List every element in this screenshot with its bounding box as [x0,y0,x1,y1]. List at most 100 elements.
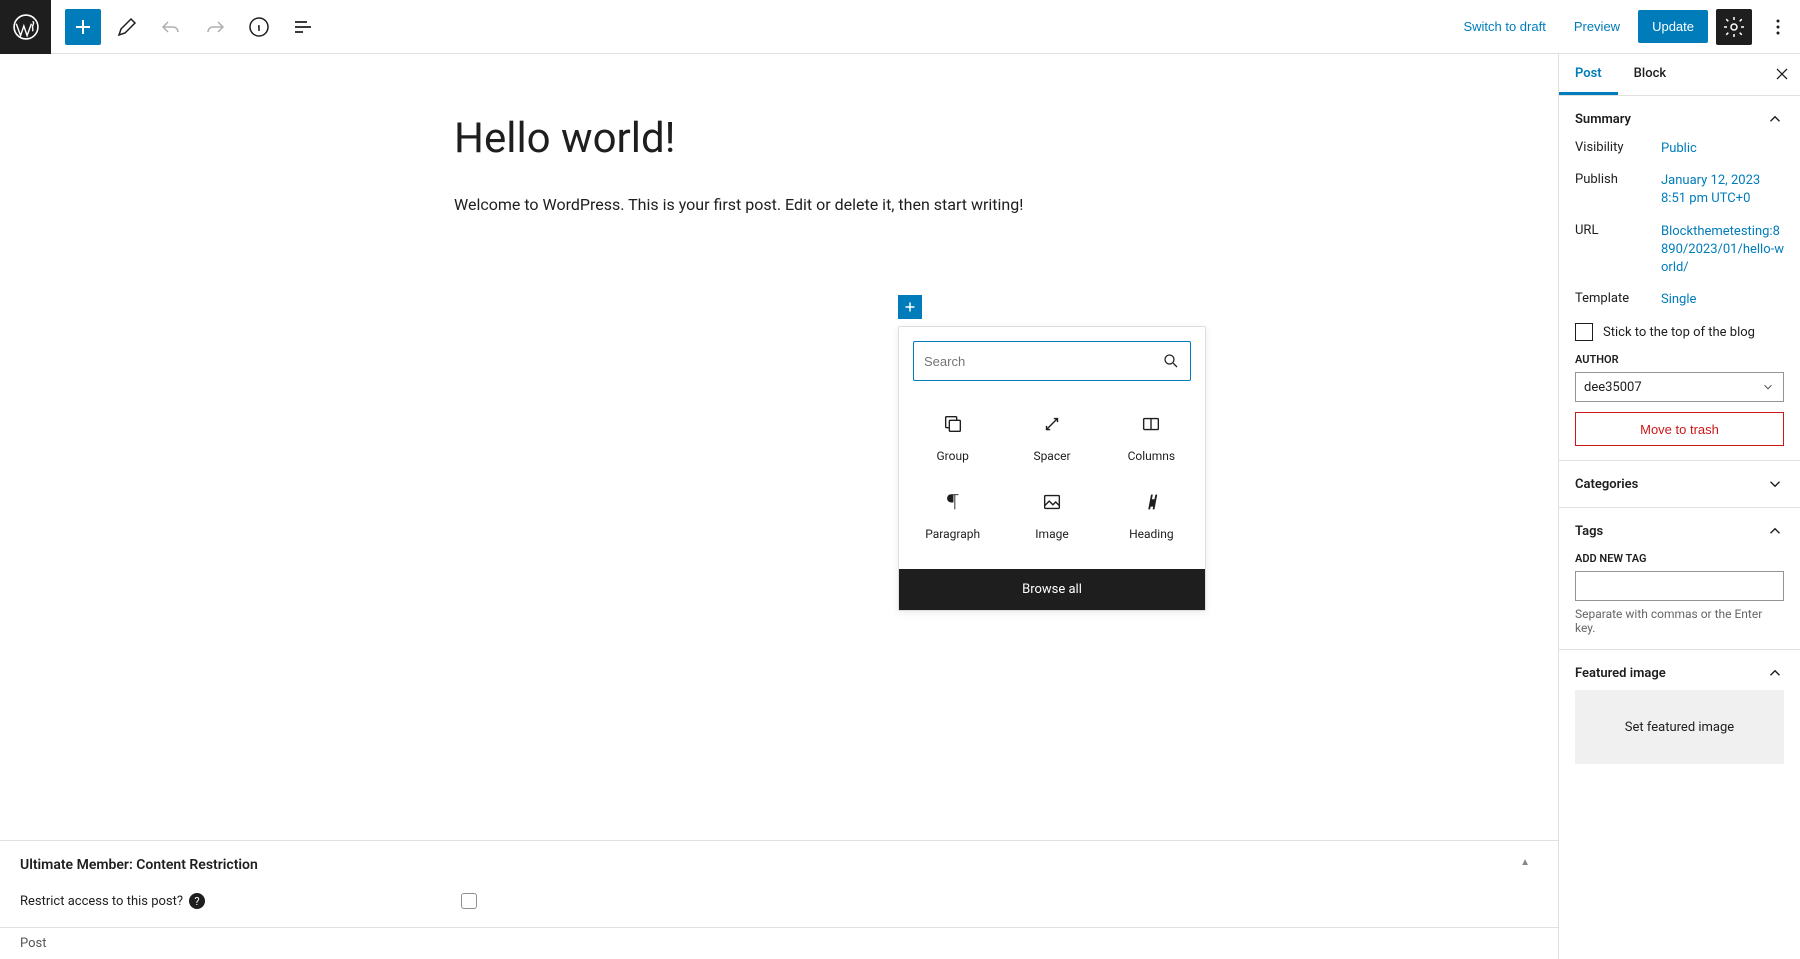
template-value[interactable]: Single [1661,291,1784,309]
columns-icon [1140,413,1162,435]
panel-featured-title: Featured image [1575,666,1666,681]
spacer-icon [1041,413,1063,435]
tab-block[interactable]: Block [1618,54,1682,95]
browse-all-button[interactable]: Browse all [899,569,1205,610]
gear-icon [1722,15,1746,39]
block-label: Image [1035,527,1068,541]
pencil-icon [115,15,139,39]
breadcrumb-post[interactable]: Post [20,936,47,951]
inserter-search-input[interactable] [924,354,1162,369]
list-view-icon [291,15,315,39]
settings-button[interactable] [1716,9,1752,45]
main-area: Hello world! Welcome to WordPress. This … [0,54,1800,959]
group-icon [942,413,964,435]
author-select[interactable]: dee35007 [1575,372,1784,402]
chevron-up-icon [1766,522,1784,540]
panel-categories-header[interactable]: Categories [1575,475,1784,493]
restrict-checkbox[interactable] [461,893,477,909]
update-button[interactable]: Update [1638,10,1708,43]
row-visibility: Visibility Public [1575,140,1784,158]
undo-button[interactable] [153,9,189,45]
close-sidebar-button[interactable] [1772,64,1792,88]
panel-summary-body: Visibility Public Publish January 12, 20… [1575,140,1784,446]
settings-sidebar: Post Block Summary Visibility Public Pub… [1558,54,1800,959]
restrict-label: Restrict access to this post? [20,894,183,909]
block-spacer[interactable]: Spacer [1002,399,1101,477]
toggle-inserter-button[interactable] [65,9,101,45]
block-image[interactable]: Image [1002,477,1101,555]
panel-categories: Categories [1559,461,1800,508]
row-url: URL Blockthemetesting:8890/2023/01/hello… [1575,223,1784,278]
panel-tags-title: Tags [1575,524,1603,539]
post-paragraph[interactable]: Welcome to WordPress. This is your first… [454,193,1104,217]
stick-checkbox[interactable] [1575,323,1593,341]
panel-tags-header[interactable]: Tags [1575,522,1784,540]
chevron-up-icon [1766,110,1784,128]
editor-canvas: Hello world! Welcome to WordPress. This … [0,54,1558,959]
top-toolbar: Switch to draft Preview Update [0,0,1800,54]
close-icon [1772,64,1792,84]
panel-featured-image: Featured image Set featured image [1559,650,1800,778]
url-value[interactable]: Blockthemetesting:8890/2023/01/hello-wor… [1661,223,1784,278]
template-label: Template [1575,291,1661,309]
move-to-trash-button[interactable]: Move to trash [1575,412,1784,446]
add-tag-input[interactable] [1575,571,1784,601]
post-title[interactable]: Hello world! [454,114,1104,163]
block-label: Heading [1129,527,1174,541]
more-vertical-icon [1766,15,1790,39]
visibility-value[interactable]: Public [1661,140,1784,158]
post-content: Hello world! Welcome to WordPress. This … [454,114,1104,217]
inserter-search-field[interactable] [913,341,1191,381]
meta-box-header[interactable]: Ultimate Member: Content Restriction ▲ [20,841,1538,889]
panel-tags: Tags ADD NEW TAG Separate with commas or… [1559,508,1800,650]
help-icon[interactable]: ? [189,893,205,909]
inserter-search-wrap [899,327,1205,395]
chevron-down-icon [1766,475,1784,493]
image-icon [1041,491,1063,513]
meta-box-title: Ultimate Member: Content Restriction [20,857,258,873]
block-label: Spacer [1033,449,1070,463]
heading-icon [1140,491,1162,513]
triangle-up-icon: ▲ [1520,857,1530,868]
details-button[interactable] [241,9,277,45]
plus-icon [901,298,919,316]
stick-row: Stick to the top of the blog [1575,323,1784,341]
info-icon [247,15,271,39]
block-paragraph[interactable]: Paragraph [903,477,1002,555]
redo-icon [203,15,227,39]
panel-tags-body: ADD NEW TAG Separate with commas or the … [1575,552,1784,635]
panel-summary-header[interactable]: Summary [1575,110,1784,128]
publish-value[interactable]: January 12, 2023 8:51 pm UTC+0 [1661,172,1784,208]
meta-box-content-restriction: Ultimate Member: Content Restriction ▲ R… [0,840,1558,927]
toolbar-left [0,0,321,54]
inline-inserter-button[interactable] [898,295,922,319]
set-featured-image-button[interactable]: Set featured image [1575,690,1784,764]
author-label: AUTHOR [1575,353,1784,366]
tools-button[interactable] [109,9,145,45]
options-button[interactable] [1760,9,1796,45]
url-label: URL [1575,223,1661,278]
redo-button[interactable] [197,9,233,45]
preview-button[interactable]: Preview [1564,11,1630,42]
toolbar-right: Switch to draft Preview Update [1453,9,1800,45]
tab-post[interactable]: Post [1559,54,1618,95]
panel-categories-title: Categories [1575,477,1638,492]
chevron-up-icon [1766,664,1784,682]
chevron-down-icon [1761,380,1775,394]
wordpress-logo[interactable] [0,0,51,54]
block-heading[interactable]: Heading [1102,477,1201,555]
visibility-label: Visibility [1575,140,1661,158]
stick-label: Stick to the top of the blog [1603,325,1755,340]
author-value: dee35007 [1584,380,1642,395]
paragraph-icon [942,491,964,513]
publish-label: Publish [1575,172,1661,208]
plus-icon [71,15,95,39]
block-label: Group [937,449,969,463]
block-columns[interactable]: Columns [1102,399,1201,477]
switch-to-draft-button[interactable]: Switch to draft [1453,11,1555,42]
block-group[interactable]: Group [903,399,1002,477]
panel-featured-header[interactable]: Featured image [1575,664,1784,682]
panel-summary: Summary Visibility Public Publish Januar… [1559,96,1800,461]
editor-footer: Post [0,927,1558,959]
outline-button[interactable] [285,9,321,45]
